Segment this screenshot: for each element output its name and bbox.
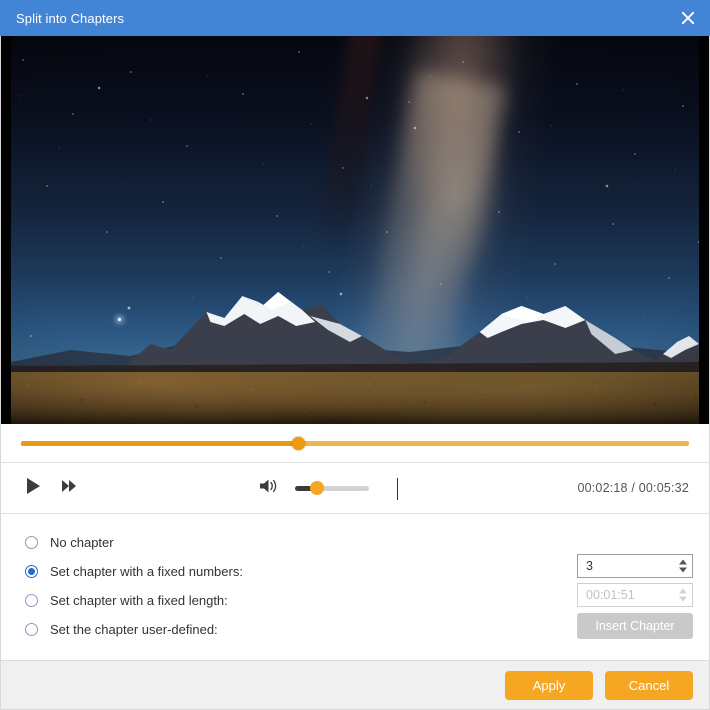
playback-progress-slider[interactable] [21,436,689,450]
volume-button[interactable] [257,477,279,499]
speaker-volume-icon [258,477,278,500]
cancel-button[interactable]: Cancel [605,670,693,700]
option-label[interactable]: No chapter [50,535,114,550]
radio-fixed-numbers[interactable] [25,564,38,578]
fast-forward-icon [60,477,78,500]
chevron-down-icon [679,596,687,602]
option-no-chapter[interactable]: No chapter [1,528,709,556]
letterbox-bar-left [1,36,11,424]
ground-texture [11,372,699,424]
fast-forward-button[interactable] [58,477,80,499]
controls-divider [397,478,398,500]
window-title: Split into Chapters [16,10,125,26]
option-label[interactable]: Set chapter with a fixed numbers: [50,564,243,579]
progress-fill [21,440,299,446]
time-display: 00:02:18 / 00:05:32 [577,481,689,495]
play-button[interactable] [21,476,45,500]
insert-chapter-control: Insert Chapter [577,613,693,639]
option-label[interactable]: Set the chapter user-defined: [50,622,218,637]
stepper-arrows [679,588,687,602]
fixed-length-control: 00:01:51 [577,583,693,607]
split-into-chapters-dialog: Split into Chapters 00:02:18 / 00:05:32 … [0,0,710,710]
radio-fixed-length[interactable] [25,593,38,607]
apply-button[interactable]: Apply [505,670,593,700]
progress-handle[interactable] [291,436,305,450]
chevron-down-icon[interactable] [679,567,687,573]
title-bar: Split into Chapters [0,0,710,36]
progress-bar-row [0,424,710,462]
chapter-count-value[interactable]: 3 [578,559,593,573]
chapter-options: No chapter Set chapter with a fixed numb… [0,514,710,660]
video-frame [11,36,699,424]
insert-chapter-button: Insert Chapter [577,613,693,639]
option-label[interactable]: Set chapter with a fixed length: [50,593,228,608]
play-icon [23,476,43,501]
chevron-up-icon[interactable] [679,559,687,565]
radio-user-defined[interactable] [25,622,38,636]
volume-handle[interactable] [310,481,325,495]
dialog-footer: Apply Cancel [0,660,710,710]
playback-controls: 00:02:18 / 00:05:32 [0,462,710,514]
chapter-count-stepper[interactable]: 3 [577,554,693,578]
radio-no-chapter[interactable] [25,535,38,549]
video-preview[interactable] [0,36,710,424]
close-icon [681,11,695,25]
stepper-arrows[interactable] [679,559,687,573]
chapter-length-value: 00:01:51 [586,588,635,602]
mountain-range [11,266,699,376]
chapter-length-stepper: 00:01:51 [577,583,693,607]
close-button[interactable] [666,0,710,36]
letterbox-bar-right [699,36,709,424]
volume-slider[interactable] [295,481,369,495]
chevron-up-icon [679,588,687,594]
fixed-numbers-control: 3 [577,554,693,578]
